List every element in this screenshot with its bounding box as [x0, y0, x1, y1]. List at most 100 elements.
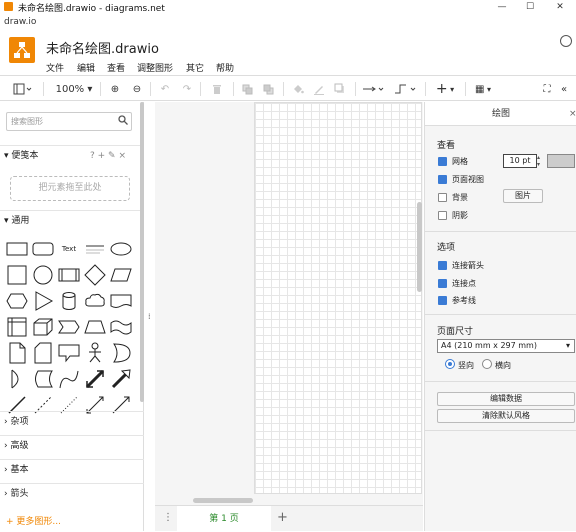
page-tab-1[interactable]: 第 1 页: [177, 506, 271, 532]
more-shapes-button[interactable]: + 更多图形...: [6, 514, 61, 527]
shape-half-circle[interactable]: [6, 368, 28, 390]
scratchpad-header[interactable]: ▾ 便笺本 ? + ✎ ×: [0, 145, 144, 165]
diagram-canvas[interactable]: [155, 102, 423, 505]
connection-arrows-checkbox[interactable]: [438, 261, 447, 270]
globe-icon[interactable]: [560, 35, 572, 47]
shape-callout[interactable]: [58, 342, 80, 364]
fill-color-button[interactable]: [289, 77, 307, 101]
background-checkbox[interactable]: [438, 193, 447, 202]
line-color-button[interactable]: [310, 77, 328, 101]
shape-circle[interactable]: [32, 264, 54, 286]
insert-button[interactable]: + ▾: [430, 77, 460, 101]
shape-data-storage[interactable]: [32, 368, 54, 390]
shape-square[interactable]: [6, 264, 28, 286]
section-general[interactable]: ▾ 通用: [0, 210, 144, 230]
grid-color-swatch[interactable]: [547, 154, 575, 168]
menu-help[interactable]: 帮助: [216, 61, 234, 74]
shape-triangle[interactable]: [32, 290, 54, 312]
collapse-toolbar-button[interactable]: «: [556, 77, 572, 101]
shape-arrow[interactable]: [110, 368, 132, 390]
grid-checkbox[interactable]: [438, 157, 447, 166]
shape-rectangle[interactable]: [6, 238, 28, 260]
shape-bidirectional-arrow[interactable]: [84, 368, 106, 390]
delete-button[interactable]: [206, 77, 228, 101]
shape-note[interactable]: [6, 342, 28, 364]
grid-size-input[interactable]: 10 pt: [503, 154, 537, 168]
shape-ellipse[interactable]: [110, 238, 132, 260]
shape-textbox[interactable]: [84, 238, 106, 260]
connection-style-button[interactable]: [360, 77, 388, 101]
canvas-horizontal-scrollbar[interactable]: [193, 498, 253, 503]
guides-checkbox[interactable]: [438, 296, 447, 305]
shape-card[interactable]: [32, 342, 54, 364]
connection-points-checkbox[interactable]: [438, 279, 447, 288]
to-front-button[interactable]: [238, 77, 256, 101]
section-advanced[interactable]: › 高级: [0, 435, 144, 455]
background-image-button[interactable]: 图片: [503, 189, 543, 203]
shape-or[interactable]: [110, 342, 132, 364]
paper-size-select[interactable]: A4 (210 mm x 297 mm) ▾: [437, 339, 575, 353]
shadow-button[interactable]: [331, 77, 349, 101]
section-basic[interactable]: › 基本: [0, 459, 144, 479]
minimize-button[interactable]: —: [488, 0, 516, 14]
waypoints-button[interactable]: [392, 77, 420, 101]
add-page-button[interactable]: +: [277, 510, 288, 525]
zoom-in-button[interactable]: ⊕: [106, 77, 124, 101]
page-view-checkbox[interactable]: [438, 175, 447, 184]
plus-icon: +: [435, 81, 448, 97]
page-grid[interactable]: [254, 102, 422, 494]
shape-rounded-rectangle[interactable]: [32, 238, 54, 260]
shape-internal-storage[interactable]: [6, 316, 28, 338]
clear-default-style-button[interactable]: 清除默认风格: [437, 409, 575, 423]
grid-label: 网格: [452, 157, 468, 166]
shape-step[interactable]: [58, 316, 80, 338]
menu-file[interactable]: 文件: [46, 61, 64, 74]
shape-trapezoid[interactable]: [84, 316, 106, 338]
view-panels-button[interactable]: [8, 77, 38, 101]
undo-button[interactable]: ↶: [156, 77, 174, 101]
shape-cube[interactable]: [32, 316, 54, 338]
close-icon[interactable]: ×: [569, 102, 576, 126]
zoom-out-button[interactable]: ⊖: [128, 77, 146, 101]
shape-document[interactable]: [110, 290, 132, 312]
edit-data-button[interactable]: 编辑数据: [437, 392, 575, 406]
shape-actor[interactable]: [84, 342, 106, 364]
canvas-vertical-scrollbar[interactable]: [417, 202, 422, 292]
menu-arrange[interactable]: 调整图形: [137, 61, 173, 74]
sidebar-scrollbar[interactable]: [140, 102, 144, 402]
shape-tape[interactable]: [110, 316, 132, 338]
shape-search-input[interactable]: 搜索图形: [6, 112, 132, 131]
menu-extras[interactable]: 其它: [186, 61, 204, 74]
options-section-title: 选项: [437, 243, 456, 253]
portrait-label: 竖向: [458, 361, 474, 370]
section-arrows[interactable]: › 箭头: [0, 483, 144, 503]
table-button[interactable]: ▦ ▾: [470, 77, 496, 101]
shape-text[interactable]: Text: [58, 238, 80, 260]
grid-size-stepper[interactable]: ▴ ▾: [537, 154, 545, 168]
shape-parallelogram[interactable]: [110, 264, 132, 286]
landscape-radio[interactable]: [482, 359, 492, 369]
menu-view[interactable]: 查看: [107, 61, 125, 74]
scratchpad-tools[interactable]: ? + ✎ ×: [90, 146, 126, 166]
search-icon[interactable]: [118, 115, 128, 128]
shape-hexagon[interactable]: [6, 290, 28, 312]
shape-cylinder[interactable]: [58, 290, 80, 312]
pages-menu-button[interactable]: ⋮: [163, 512, 173, 523]
fullscreen-button[interactable]: ⛶: [540, 77, 554, 101]
shape-diamond[interactable]: [84, 264, 106, 286]
shadow-checkbox[interactable]: [438, 211, 447, 220]
menu-edit[interactable]: 编辑: [77, 61, 95, 74]
portrait-radio[interactable]: [445, 359, 455, 369]
shape-cloud[interactable]: [84, 290, 106, 312]
shape-process[interactable]: [58, 264, 80, 286]
zoom-select[interactable]: 100% ▾: [52, 77, 96, 101]
scratchpad-dropzone[interactable]: 把元素拖至此处: [10, 176, 130, 201]
close-window-button[interactable]: ✕: [546, 0, 574, 14]
maximize-button[interactable]: ☐: [516, 0, 544, 14]
shape-curve[interactable]: [58, 368, 80, 390]
document-title[interactable]: 未命名绘图.drawio: [46, 38, 159, 57]
redo-button[interactable]: ↷: [178, 77, 196, 101]
sidebar-collapse-handle[interactable]: ⁞: [148, 312, 151, 321]
section-misc[interactable]: › 杂项: [0, 411, 144, 431]
to-back-button[interactable]: [259, 77, 277, 101]
